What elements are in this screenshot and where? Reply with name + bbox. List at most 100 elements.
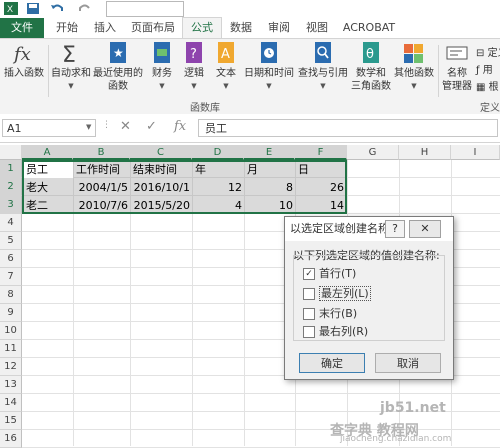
column-header[interactable]: I [451,145,500,160]
bottom-row-checkbox[interactable]: 末行(B) [303,307,357,321]
cell-a2[interactable]: 老大 [24,179,73,196]
cell-b2[interactable]: 2004/1/5 [74,179,130,196]
cell-d3[interactable]: 4 [193,197,244,214]
tab-view[interactable]: 视图 [300,18,334,38]
cell-f3[interactable]: 14 [296,197,346,214]
insert-function-icon[interactable]: fx [174,119,186,134]
undo-icon[interactable] [50,2,64,15]
cancel-icon[interactable]: ✕ [120,119,131,134]
row-header[interactable]: 3 [0,196,22,214]
row-header[interactable]: 6 [0,250,22,268]
row-header[interactable]: 11 [0,340,22,358]
row-header[interactable]: 13 [0,376,22,394]
column-header[interactable]: G [347,145,399,160]
column-header[interactable]: E [244,145,295,160]
column-header[interactable]: C [130,145,192,160]
cell-c1[interactable]: 结束时间 [131,161,192,178]
row-header[interactable]: 10 [0,322,22,340]
tab-data[interactable]: 数据 [224,18,258,38]
row-header[interactable]: 12 [0,358,22,376]
left-column-checkbox[interactable]: 最左列(L) [303,286,371,301]
cell-b3[interactable]: 2010/7/6 [74,197,130,214]
chevron-down-icon: ▼ [411,82,417,90]
lookup-icon [315,42,331,63]
select-all-corner[interactable] [0,145,22,160]
date-time-button[interactable]: 日期和时间 ▼ [242,41,296,93]
cell-e1[interactable]: 月 [245,161,295,178]
logical-button[interactable]: ? 逻辑 ▼ [178,41,210,93]
cell-e3[interactable]: 10 [245,197,295,214]
create-from-selection-item[interactable]: ▦ 根 [476,79,500,96]
row-header[interactable]: 9 [0,304,22,322]
cell-a3[interactable]: 老二 [24,197,73,214]
row-header[interactable]: 2 [0,178,22,196]
financial-button[interactable]: 财务 ▼ [146,41,178,93]
tab-page-layout[interactable]: 页面布局 [128,18,178,38]
text-button[interactable]: A 文本 ▼ [210,41,242,93]
cell-e2[interactable]: 8 [245,179,295,196]
row-header[interactable]: 5 [0,232,22,250]
name-manager-button[interactable]: 名称 管理器 [440,41,474,93]
redo-icon[interactable] [78,2,92,15]
ok-button[interactable]: 确定 [299,353,365,373]
save-icon[interactable] [26,2,40,15]
chevron-down-icon[interactable]: ▼ [86,123,91,131]
drag-handle-icon[interactable]: ⋮ [102,120,111,130]
grid-icon: ▦ [476,82,486,93]
enter-icon[interactable]: ✓ [146,119,157,134]
define-names-group-label: 定义 [480,103,500,114]
help-button[interactable]: ? [385,220,405,238]
column-header[interactable]: B [73,145,130,160]
ribbon-formulas: fx 插入函数 Σ 自动求和 ▼ ★ 最近使用的 函数 财务 ▼ ? 逻辑 ▼ … [0,38,500,116]
column-header[interactable]: F [295,145,347,160]
tab-insert[interactable]: 插入 [88,18,122,38]
top-row-checkbox[interactable]: ✓ 首行(T) [303,267,356,281]
function-library-group-label: 函数库 [190,103,220,114]
row-header[interactable]: 16 [0,430,22,448]
row-header[interactable]: 7 [0,268,22,286]
row-header[interactable]: 15 [0,412,22,430]
math-trig-button[interactable]: θ 数学和 三角函数 [350,41,392,93]
create-names-dialog: 以选定区域创建名称 ? ✕ 以下列选定区域的值创建名称: ✓ 首行(T) 最左列(… [284,216,454,380]
cell-a1[interactable]: 员工 [24,161,73,178]
name-box[interactable]: A1 [2,119,96,137]
use-in-formula-item[interactable]: ƒ 用 [476,62,500,79]
cell-b1[interactable]: 工作时间 [74,161,130,178]
close-button[interactable]: ✕ [409,220,441,238]
tab-formulas[interactable]: 公式 [182,17,222,38]
cell-f2[interactable]: 26 [296,179,346,196]
quick-access-toolbar: X [0,0,500,18]
tab-acrobat[interactable]: ACROBAT [340,18,398,38]
svg-text:A: A [221,47,230,62]
clock-icon [261,42,277,63]
tab-file[interactable]: 文件 [0,18,44,38]
autosum-button[interactable]: Σ 自动求和 ▼ [50,41,92,93]
insert-function-button[interactable]: fx 插入函数 [2,41,46,80]
row-header[interactable]: 14 [0,394,22,412]
lookup-reference-button[interactable]: 查找与引用 ▼ [296,41,350,93]
cancel-button[interactable]: 取消 [375,353,441,373]
column-header[interactable]: A [22,145,73,160]
recently-used-button[interactable]: ★ 最近使用的 函数 [92,41,144,93]
column-header[interactable]: D [192,145,244,160]
row-header[interactable]: 8 [0,286,22,304]
chevron-down-icon: ▼ [68,82,74,90]
cell-f1[interactable]: 日 [296,161,347,178]
svg-text:?: ? [190,47,197,62]
cell-d2[interactable]: 12 [193,179,244,196]
more-functions-button[interactable]: 其他函数 ▼ [392,41,436,93]
define-name-item[interactable]: ⊟ 定义 [476,45,500,62]
formula-input[interactable]: 员工 [198,119,498,137]
grid-line [22,429,500,430]
right-column-checkbox[interactable]: 最右列(R) [303,325,368,339]
cell-d1[interactable]: 年 [193,161,244,178]
row-header[interactable]: 1 [0,160,22,178]
cell-c2[interactable]: 2016/10/1 [131,179,192,196]
row-header[interactable]: 4 [0,214,22,232]
tab-home[interactable]: 开始 [50,18,84,38]
column-header[interactable]: H [399,145,451,160]
tab-review[interactable]: 审阅 [262,18,296,38]
checkbox-icon [303,308,315,320]
qat-input-box[interactable] [106,1,184,17]
cell-c3[interactable]: 2015/5/20 [131,197,192,214]
